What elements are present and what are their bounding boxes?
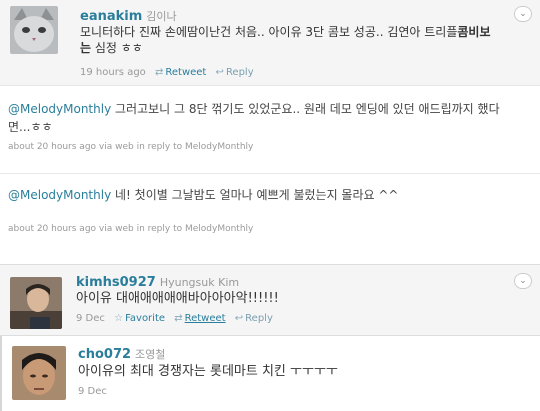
retweet-action[interactable]: ⇄ Retweet: [174, 313, 225, 324]
retweet-icon: ⇄: [154, 67, 164, 78]
mention-link[interactable]: @MelodyMonthly: [8, 188, 111, 202]
tweet-meta: 9 Dec: [78, 386, 107, 397]
reply-icon: ↩: [215, 67, 224, 78]
tweet-text: @MelodyMonthly 네! 첫이별 그날밤도 얼마나 예쁘게 불렀는지 …: [8, 186, 518, 204]
tweet-header: eanakim 김이나: [80, 8, 177, 24]
tweet-reply-2: @MelodyMonthly 네! 첫이별 그날밤도 얼마나 예쁘게 불렀는지 …: [0, 174, 540, 258]
screen-name[interactable]: kimhs0927: [76, 275, 156, 290]
avatar-photo[interactable]: [10, 277, 62, 329]
star-icon: ☆: [114, 313, 124, 324]
tweet-eanakim: eanakim 김이나 모니터하다 진짜 손에땀이난건 처음.. 아이유 3단 콤…: [0, 0, 540, 86]
retweet-action[interactable]: ⇄ Retweet: [155, 67, 206, 78]
tweet-header: kimhs0927 Hyungsuk Kim: [76, 275, 239, 290]
tweet-text-body: 네! 첫이별 그날밤도 얼마나 예쁘게 불렀는지 몰라요 ^^: [111, 188, 399, 202]
tweet-cho072: cho072 조영철 아이유의 최대 경쟁자는 롯데마트 치킨 ㅜㅜㅜㅜ 9 De…: [0, 336, 540, 411]
tweet-header: cho072 조영철: [78, 346, 165, 362]
mention-link[interactable]: @MelodyMonthly: [8, 102, 111, 116]
reply-label: Reply: [225, 67, 254, 78]
favorite-action[interactable]: ☆ Favorite: [114, 313, 165, 324]
avatar-cat[interactable]: [10, 6, 58, 54]
more-options-button[interactable]: ⌄: [514, 6, 532, 22]
full-name: 조영철: [135, 348, 166, 361]
screen-name[interactable]: eanakim: [80, 9, 142, 24]
reply-action[interactable]: ↩ Reply: [235, 313, 273, 324]
tweet-meta: 9 Dec ☆ Favorite ⇄ Retweet ↩ Reply: [76, 313, 273, 324]
full-name: Hyungsuk Kim: [159, 276, 240, 289]
retweet-label: Retweet: [165, 67, 207, 78]
tweet-text-part: 심정 ㅎㅎ: [94, 41, 143, 55]
retweet-label: Retweet: [184, 313, 226, 324]
tweet-reply-1: @MelodyMonthly 그러고보니 그 8단 꺾기도 있었군요.. 원래 …: [0, 86, 540, 174]
tweet-text: 모니터하다 진짜 손에땀이난건 처음.. 아이유 3단 콤보 성공.. 김연아 …: [80, 24, 500, 56]
timestamp[interactable]: 9 Dec: [76, 313, 105, 324]
tweet-meta: about 20 hours ago via web in reply to M…: [8, 224, 254, 234]
timestamp[interactable]: 9 Dec: [78, 386, 107, 397]
screen-name[interactable]: cho072: [78, 347, 131, 362]
tweet-text-part: 모니터하다 진짜 손에땀이난건 처음.. 아이유 3단 콤보 성공.. 김연아 …: [80, 25, 458, 39]
reply-action[interactable]: ↩ Reply: [216, 67, 254, 78]
tweet-text: @MelodyMonthly 그러고보니 그 8단 꺾기도 있었군요.. 원래 …: [8, 100, 518, 136]
tweet-text: 아이유의 최대 경쟁자는 롯데마트 치킨 ㅜㅜㅜㅜ: [78, 364, 338, 379]
retweet-icon: ⇄: [174, 313, 183, 324]
tweet-kimhs0927: kimhs0927 Hyungsuk Kim 아이유 대애애애애애바아아아악!!!…: [0, 264, 540, 336]
tweet-meta: 19 hours ago ⇄ Retweet ↩ Reply: [80, 67, 254, 78]
avatar-photo[interactable]: [12, 346, 66, 400]
favorite-label: Favorite: [125, 313, 166, 324]
timestamp[interactable]: 19 hours ago: [80, 67, 146, 78]
tweet-meta: about 20 hours ago via web in reply to M…: [8, 142, 254, 152]
full-name: 김이나: [146, 10, 177, 23]
reply-label: Reply: [245, 313, 273, 324]
tweet-text: 아이유 대애애애애애바아아아악!!!!!!: [76, 291, 279, 306]
reply-icon: ↩: [234, 313, 244, 324]
more-options-button[interactable]: ⌄: [514, 273, 532, 289]
